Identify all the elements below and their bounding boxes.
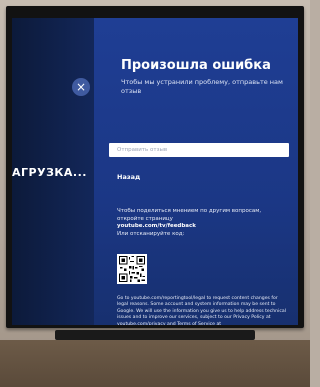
legal-text: Go to youtube.com/reportingtool/legal to…	[117, 296, 286, 325]
feedback-info: Чтобы поделиться мнением по другим вопро…	[117, 208, 282, 238]
loading-text: АГРУЗКА...	[12, 166, 87, 179]
error-dialog: Произошла ошибка Чтобы мы устранили проб…	[94, 18, 298, 325]
close-button[interactable]: ×	[72, 78, 90, 96]
qr-code-icon	[117, 254, 147, 284]
tv-stand	[55, 330, 255, 340]
table-surface	[0, 340, 310, 387]
feedback-link[interactable]: youtube.com/tv/feedback	[117, 223, 282, 231]
send-feedback-button[interactable]: Отправить отзыв	[109, 143, 289, 157]
dialog-title: Произошла ошибка	[121, 58, 271, 73]
tv-screen: АГРУЗКА... × Произошла ошибка Чтобы мы у…	[12, 18, 298, 325]
back-button[interactable]: Назад	[117, 173, 140, 181]
close-icon: ×	[75, 80, 87, 94]
info-text-2: Или отсканируйте код:	[117, 230, 185, 237]
dialog-subtitle: Чтобы мы устранили проблему, отправьте н…	[121, 78, 283, 95]
video-area: АГРУЗКА...	[12, 18, 94, 325]
info-text-1: Чтобы поделиться мнением по другим вопро…	[117, 208, 262, 222]
